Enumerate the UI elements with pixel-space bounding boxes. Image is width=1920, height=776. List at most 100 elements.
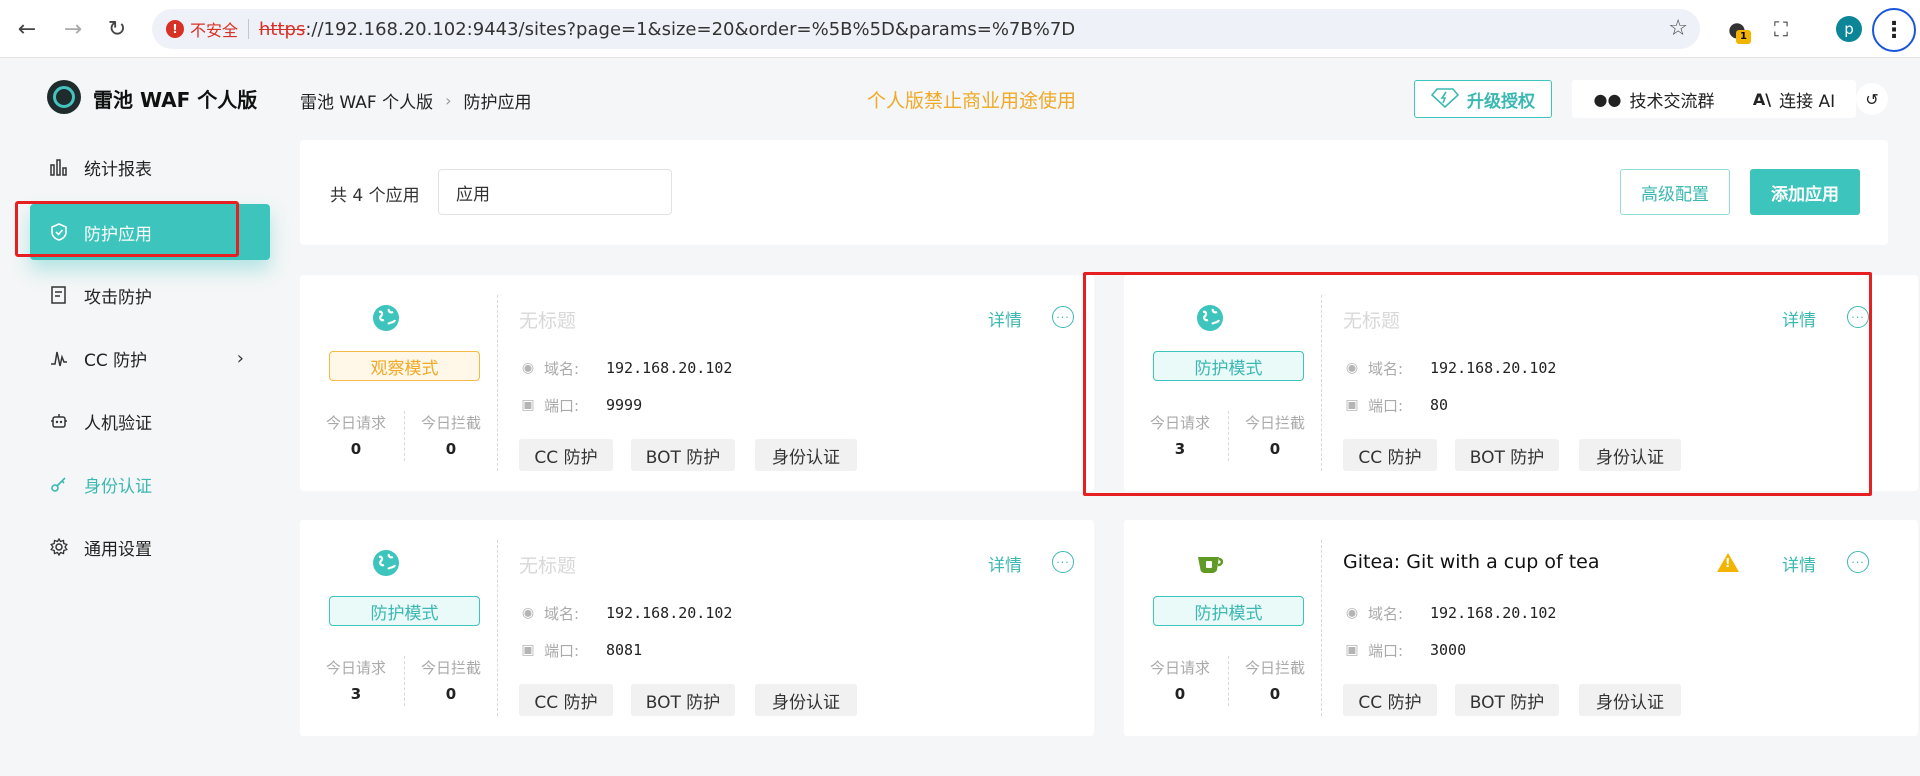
shield-icon bbox=[48, 221, 70, 243]
divider bbox=[1228, 411, 1229, 461]
logout-icon[interactable]: ↺ bbox=[1856, 83, 1888, 115]
breadcrumb: 雷池 WAF 个人版 › 防护应用 bbox=[300, 88, 532, 113]
sidebar-item-captcha[interactable]: 人机验证 bbox=[30, 393, 270, 449]
more-icon[interactable]: ··· bbox=[1052, 306, 1074, 328]
breadcrumb-current: 防护应用 bbox=[463, 93, 532, 113]
app-card: 防护模式 今日请求 3 今日拦截 0 无标题 详情 ··· ◉ 域名: 192.… bbox=[1124, 275, 1918, 491]
today-requests-label: 今日请求 bbox=[325, 414, 386, 432]
extension-icon[interactable]: ● 1 bbox=[1722, 14, 1752, 44]
divider bbox=[1228, 656, 1229, 706]
divider bbox=[1321, 295, 1322, 471]
card-title: Gitea: Git with a cup of tea bbox=[1343, 551, 1600, 573]
detail-link[interactable]: 详情 bbox=[1782, 551, 1816, 576]
detail-link[interactable]: 详情 bbox=[1782, 306, 1816, 331]
forward-icon[interactable]: → bbox=[56, 12, 90, 46]
sidebar-item-protected-apps[interactable]: 防护应用 bbox=[30, 204, 270, 260]
ai-icon: A\ bbox=[1752, 89, 1772, 109]
today-blocked-value: 0 bbox=[1269, 440, 1281, 458]
address-bar[interactable]: ! 不安全 https://192.168.20.102:9443/sites?… bbox=[152, 9, 1700, 49]
license-notice: 个人版禁止商业用途使用 bbox=[867, 90, 1077, 112]
globe-small-icon: ◉ bbox=[1345, 605, 1359, 621]
more-icon[interactable]: ··· bbox=[1847, 551, 1869, 573]
tag-bot[interactable]: BOT 防护 bbox=[631, 684, 735, 716]
port-value: 9999 bbox=[606, 396, 643, 414]
search-input[interactable] bbox=[438, 169, 672, 215]
sidebar-item-settings[interactable]: 通用设置 bbox=[30, 519, 270, 575]
app-card: 防护模式 今日请求 0 今日拦截 0 Gitea: Git with a cup… bbox=[1124, 520, 1918, 736]
card-title: 无标题 bbox=[1343, 310, 1401, 332]
gitea-icon bbox=[1198, 557, 1224, 573]
tag-bot[interactable]: BOT 防护 bbox=[1455, 439, 1559, 471]
app-card: 防护模式 今日请求 3 今日拦截 0 无标题 详情 ··· ◉ 域名: 192.… bbox=[300, 520, 1094, 736]
reload-icon[interactable]: ↻ bbox=[100, 12, 134, 46]
back-icon[interactable]: ← bbox=[10, 12, 44, 46]
divider bbox=[404, 411, 405, 461]
port-value: 3000 bbox=[1430, 641, 1467, 659]
divider bbox=[497, 295, 498, 471]
domain-value: 192.168.20.102 bbox=[606, 359, 733, 377]
globe-icon bbox=[1197, 305, 1223, 331]
today-blocked-value: 0 bbox=[1269, 685, 1281, 703]
more-icon[interactable]: ··· bbox=[1847, 306, 1869, 328]
url-text[interactable]: https://192.168.20.102:9443/sites?page=1… bbox=[259, 19, 1075, 40]
tag-auth[interactable]: 身份认证 bbox=[755, 439, 857, 471]
tag-bot[interactable]: BOT 防护 bbox=[631, 439, 735, 471]
sidebar: 雷池 WAF 个人版 统计报表 防护应用 攻击防护 CC 防护 › 人机验证 身… bbox=[0, 58, 288, 776]
tag-cc[interactable]: CC 防护 bbox=[1343, 439, 1437, 471]
tag-auth[interactable]: 身份认证 bbox=[1579, 439, 1681, 471]
mode-badge: 观察模式 bbox=[329, 351, 480, 381]
sidebar-item-cc-protection[interactable]: CC 防护 › bbox=[30, 330, 270, 386]
domain-label: 域名: bbox=[1368, 605, 1404, 623]
sidebar-item-identity[interactable]: 身份认证 bbox=[30, 456, 270, 512]
sidebar-item-label: 防护应用 bbox=[84, 224, 152, 245]
add-app-button[interactable]: 添加应用 bbox=[1750, 169, 1860, 215]
tag-cc[interactable]: CC 防护 bbox=[1343, 684, 1437, 716]
today-blocked-value: 0 bbox=[445, 440, 457, 458]
chevron-right-icon: › bbox=[236, 347, 244, 369]
bookmark-star-icon[interactable]: ☆ bbox=[1668, 16, 1688, 41]
monitor-icon: ▣ bbox=[1345, 642, 1359, 658]
today-blocked-label: 今日拦截 bbox=[1244, 414, 1305, 432]
connect-ai-button[interactable]: A\ 连接 AI bbox=[1732, 80, 1856, 118]
domain-value: 192.168.20.102 bbox=[1430, 604, 1557, 622]
tech-group-button[interactable]: ●● 技术交流群 bbox=[1572, 80, 1736, 118]
divider bbox=[497, 540, 498, 716]
globe-icon bbox=[373, 305, 399, 331]
today-blocked-value: 0 bbox=[445, 685, 457, 703]
globe-small-icon: ◉ bbox=[521, 360, 535, 376]
port-label: 端口: bbox=[1368, 642, 1404, 660]
tag-auth[interactable]: 身份认证 bbox=[1579, 684, 1681, 716]
browser-menu-icon[interactable]: ⋮ bbox=[1872, 8, 1916, 52]
domain-label: 域名: bbox=[1368, 360, 1404, 378]
detail-link[interactable]: 详情 bbox=[988, 551, 1022, 576]
today-blocked-label: 今日拦截 bbox=[420, 414, 481, 432]
app-card: 观察模式 今日请求 0 今日拦截 0 无标题 详情 ··· ◉ 域名: 192.… bbox=[300, 275, 1094, 491]
sidebar-item-label: CC 防护 bbox=[84, 350, 148, 371]
detail-link[interactable]: 详情 bbox=[988, 306, 1022, 331]
tag-auth[interactable]: 身份认证 bbox=[755, 684, 857, 716]
more-icon[interactable]: ··· bbox=[1052, 551, 1074, 573]
app-count: 共 4 个应用 bbox=[330, 186, 420, 206]
pulse-icon bbox=[48, 347, 70, 369]
tag-cc[interactable]: CC 防护 bbox=[519, 684, 613, 716]
mode-badge: 防护模式 bbox=[1153, 351, 1304, 381]
tag-bot[interactable]: BOT 防护 bbox=[1455, 684, 1559, 716]
domain-value: 192.168.20.102 bbox=[1430, 359, 1557, 377]
globe-icon bbox=[373, 550, 399, 576]
puzzle-icon[interactable]: ⛶ bbox=[1766, 14, 1796, 44]
upgrade-button[interactable]: 升级授权 bbox=[1414, 80, 1552, 118]
divider bbox=[1321, 540, 1322, 716]
domain-value: 192.168.20.102 bbox=[606, 604, 733, 622]
port-value: 80 bbox=[1430, 396, 1449, 414]
tag-cc[interactable]: CC 防护 bbox=[519, 439, 613, 471]
security-label[interactable]: 不安全 bbox=[190, 17, 238, 41]
domain-label: 域名: bbox=[544, 605, 580, 623]
domain-label: 域名: bbox=[544, 360, 580, 378]
advanced-config-button[interactable]: 高级配置 bbox=[1620, 169, 1730, 215]
profile-avatar[interactable]: p bbox=[1836, 16, 1862, 42]
warning-icon[interactable]: ! bbox=[1717, 553, 1739, 572]
sidebar-item-statistics[interactable]: 统计报表 bbox=[30, 139, 270, 195]
today-blocked-label: 今日拦截 bbox=[1244, 659, 1305, 677]
breadcrumb-root[interactable]: 雷池 WAF 个人版 bbox=[300, 88, 433, 113]
sidebar-item-attack-protection[interactable]: 攻击防护 bbox=[30, 267, 270, 323]
